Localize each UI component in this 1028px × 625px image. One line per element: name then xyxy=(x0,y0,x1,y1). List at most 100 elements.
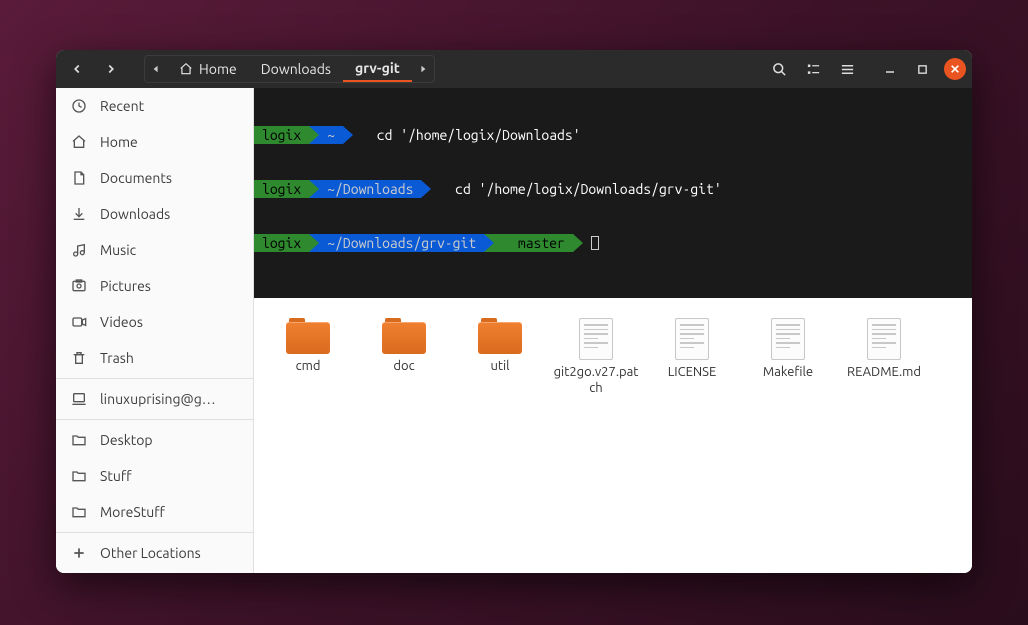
breadcrumb-current-label: grv-git xyxy=(355,60,400,76)
path-next-button[interactable] xyxy=(412,56,434,82)
terminal-line: logix ~/Downloads/grv-git master xyxy=(254,234,972,252)
sidebar-label: Downloads xyxy=(100,206,170,222)
prompt-cwd: ~/Downloads xyxy=(319,180,421,198)
music-icon xyxy=(70,242,88,258)
forward-button[interactable] xyxy=(96,55,126,83)
sidebar-label: linuxuprising@g… xyxy=(100,391,216,407)
plus-icon xyxy=(70,546,88,560)
home-icon xyxy=(70,134,88,150)
text-file-icon xyxy=(675,318,709,360)
embedded-terminal[interactable]: logix ~ cd '/home/logix/Downloads' logix… xyxy=(254,88,972,298)
prompt-cwd: ~ xyxy=(319,126,343,144)
prompt-user: logix xyxy=(254,126,309,144)
file-readme[interactable]: README.md xyxy=(838,314,930,401)
sidebar-label: Trash xyxy=(100,350,134,366)
file-label: util xyxy=(490,358,509,374)
folder-icon xyxy=(70,468,88,484)
folder-doc[interactable]: doc xyxy=(358,314,450,401)
sidebar-item-music[interactable]: Music xyxy=(56,232,253,268)
file-license[interactable]: LICENSE xyxy=(646,314,738,401)
downloads-icon xyxy=(70,206,88,222)
folder-cmd[interactable]: cmd xyxy=(262,314,354,401)
sidebar-item-desktop[interactable]: Desktop xyxy=(56,422,253,458)
sidebar-item-downloads[interactable]: Downloads xyxy=(56,196,253,232)
breadcrumb-downloads[interactable]: Downloads xyxy=(249,56,343,82)
file-label: doc xyxy=(393,358,414,374)
folder-util[interactable]: util xyxy=(454,314,546,401)
minimize-button[interactable] xyxy=(876,55,904,83)
sidebar-item-morestuff[interactable]: MoreStuff xyxy=(56,494,253,530)
menu-button[interactable] xyxy=(832,55,862,83)
sidebar-item-remote[interactable]: linuxuprising@g… xyxy=(56,381,253,417)
triangle-right-icon xyxy=(419,65,427,73)
terminal-line: logix ~ cd '/home/logix/Downloads' xyxy=(254,126,972,144)
home-icon xyxy=(179,62,193,76)
trash-icon xyxy=(70,350,88,366)
sidebar-item-recent[interactable]: Recent xyxy=(56,88,253,124)
sidebar-separator xyxy=(56,532,253,533)
folder-icon xyxy=(382,318,426,354)
file-git2go-patch[interactable]: git2go.v27.patch xyxy=(550,314,642,401)
breadcrumb-home[interactable]: Home xyxy=(167,56,249,82)
close-button[interactable] xyxy=(944,58,966,80)
folder-icon xyxy=(70,504,88,520)
breadcrumb-current[interactable]: grv-git xyxy=(343,56,412,82)
documents-icon xyxy=(70,170,88,186)
sidebar-item-stuff[interactable]: Stuff xyxy=(56,458,253,494)
main-pane: logix ~ cd '/home/logix/Downloads' logix… xyxy=(254,88,972,573)
text-file-icon xyxy=(771,318,805,360)
folder-icon xyxy=(478,318,522,354)
sidebar-item-videos[interactable]: Videos xyxy=(56,304,253,340)
videos-icon xyxy=(70,314,88,330)
text-file-icon xyxy=(867,318,901,360)
search-button[interactable] xyxy=(764,55,794,83)
remote-icon xyxy=(70,391,88,407)
header-bar: Home Downloads grv-git xyxy=(56,50,972,88)
file-label: README.md xyxy=(847,364,921,380)
sidebar-label: Desktop xyxy=(100,432,153,448)
sidebar-item-other-locations[interactable]: Other Locations xyxy=(56,535,253,571)
text-file-icon xyxy=(579,318,613,360)
chevron-right-icon xyxy=(104,62,118,76)
path-bar: Home Downloads grv-git xyxy=(144,55,435,83)
sidebar-item-pictures[interactable]: Pictures xyxy=(56,268,253,304)
chevron-left-icon xyxy=(70,62,84,76)
prompt-cwd: ~/Downloads/grv-git xyxy=(319,234,484,252)
sidebar-label: Home xyxy=(100,134,138,150)
sidebar-label: MoreStuff xyxy=(100,504,165,520)
prompt-user: logix xyxy=(254,234,309,252)
file-label: git2go.v27.patch xyxy=(553,364,639,397)
close-icon xyxy=(950,64,960,74)
clock-icon xyxy=(70,98,88,114)
folder-icon xyxy=(286,318,330,354)
file-label: cmd xyxy=(296,358,321,374)
sidebar-label: Music xyxy=(100,242,136,258)
sidebar-item-documents[interactable]: Documents xyxy=(56,160,253,196)
file-label: LICENSE xyxy=(668,364,717,380)
sidebar-separator xyxy=(56,378,253,379)
terminal-command: cd '/home/logix/Downloads' xyxy=(353,126,589,144)
hamburger-icon xyxy=(840,62,855,77)
back-button[interactable] xyxy=(62,55,92,83)
file-makefile[interactable]: Makefile xyxy=(742,314,834,401)
prompt-user: logix xyxy=(254,180,309,198)
sidebar-label: Videos xyxy=(100,314,143,330)
sidebar-label: Recent xyxy=(100,98,144,114)
sidebar-label: Pictures xyxy=(100,278,151,294)
sidebar-separator xyxy=(56,419,253,420)
file-icon-grid[interactable]: cmd doc util git2go.v27.patch LICENSE xyxy=(254,298,972,573)
maximize-icon xyxy=(917,64,928,75)
minimize-icon xyxy=(884,63,896,75)
sidebar-label: Documents xyxy=(100,170,172,186)
search-icon xyxy=(772,62,787,77)
maximize-button[interactable] xyxy=(908,55,936,83)
sidebar-item-trash[interactable]: Trash xyxy=(56,340,253,376)
path-prev-button[interactable] xyxy=(145,56,167,82)
triangle-left-icon xyxy=(152,65,160,73)
sidebar-label: Stuff xyxy=(100,468,132,484)
window-body: Recent Home Documents Downloads Music Pi… xyxy=(56,88,972,573)
folder-icon xyxy=(70,432,88,448)
terminal-line: logix ~/Downloads cd '/home/logix/Downlo… xyxy=(254,180,972,198)
view-toggle-button[interactable] xyxy=(798,55,828,83)
sidebar-item-home[interactable]: Home xyxy=(56,124,253,160)
